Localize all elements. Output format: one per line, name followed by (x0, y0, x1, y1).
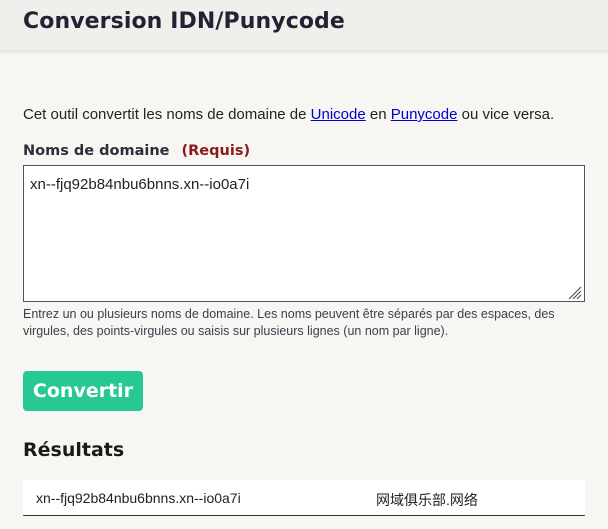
page-title: Conversion IDN/Punycode (23, 9, 345, 34)
page-header: Conversion IDN/Punycode (0, 0, 608, 51)
domain-names-label: Noms de domaine (Requis) (23, 143, 250, 159)
domain-names-help: Entrez un ou plusieurs noms de domaine. … (23, 307, 555, 338)
convert-button[interactable]: Convertir (23, 371, 143, 411)
unicode-link[interactable]: Unicode (311, 106, 366, 123)
result-punycode: xn--fjq92b84nbu6bnns.xn--io0a7i (36, 490, 241, 506)
intro-middle: en (365, 106, 391, 123)
required-marker: (Requis) (181, 143, 251, 159)
intro-prefix: Cet outil convertit les noms de domaine … (23, 106, 311, 123)
domain-names-label-text: Noms de domaine (23, 143, 170, 159)
resize-grip-icon[interactable] (565, 283, 582, 300)
intro-text: Cet outil convertit les noms de domaine … (23, 106, 554, 123)
result-unicode: 网域俱乐部.网络 (376, 492, 478, 508)
results-title: Résultats (23, 439, 125, 461)
result-row: xn--fjq92b84nbu6bnns.xn--io0a7i 网域俱乐部.网络 (23, 480, 585, 516)
domain-names-input[interactable]: xn--fjq92b84nbu6bnns.xn--io0a7i (23, 165, 585, 302)
intro-suffix: ou vice versa. (457, 106, 555, 123)
punycode-link[interactable]: Punycode (391, 106, 458, 123)
